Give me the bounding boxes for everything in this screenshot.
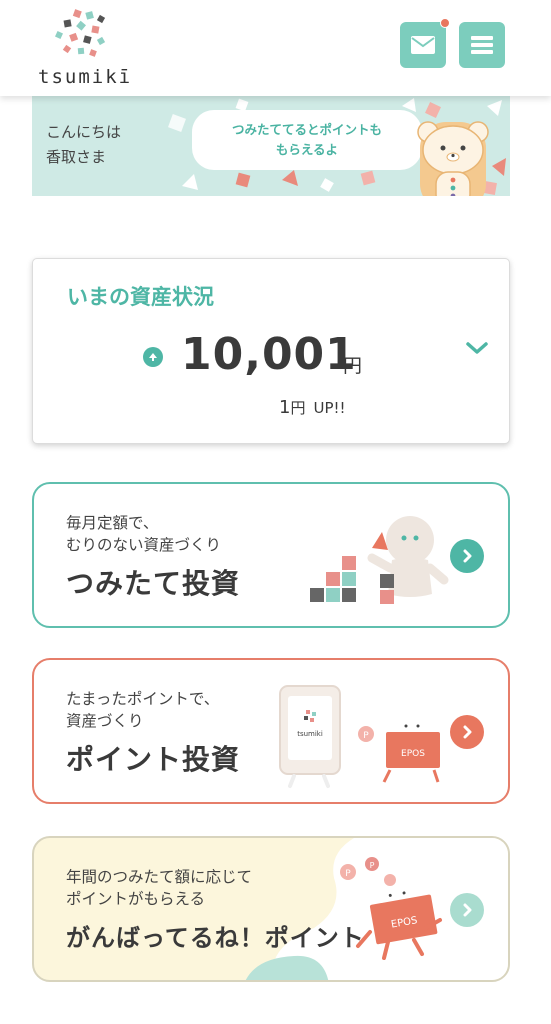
phone-and-card-illustration: tsumiki P EPOS (279, 685, 440, 788)
tsumitate-subtitle: 毎月定額で、 むりのない資産づくり (66, 512, 221, 556)
app-header: tsumikī (0, 0, 551, 96)
speech-bubble: つみたててるとポイントも もらえるよ (192, 110, 422, 170)
greeting-text: こんにちは 香取さま (46, 120, 121, 170)
user-name: 香取さま (46, 148, 107, 166)
tsumitate-sub-line-1: 毎月定額で、 (66, 514, 159, 532)
tsumitate-investment-card[interactable]: 毎月定額で、 むりのない資産づくり つみたて投資 (32, 482, 510, 628)
diff-label: UP!! (313, 399, 346, 417)
blocks-character-illustration (310, 516, 449, 604)
asset-amount: 10,001 (181, 329, 357, 380)
svg-text:P: P (370, 861, 375, 870)
point-title: ポイント投資 (66, 743, 241, 776)
diff-unit: 円 (290, 399, 306, 417)
point-sub-line-1: たまったポイントで、 (66, 690, 220, 708)
mail-button[interactable] (400, 18, 450, 68)
bear-mascot-illustration (417, 121, 489, 196)
epos-card-character-illustration: P P EPOS (340, 857, 442, 960)
hamburger-menu-button[interactable] (459, 22, 505, 68)
notification-dot (440, 18, 450, 28)
ganbatte-arrow-button[interactable] (450, 893, 484, 927)
ganbatte-sub-line-2: ポイントがもらえる (66, 890, 206, 908)
chevron-right-icon (463, 549, 472, 563)
logo-text: tsumikī (38, 66, 133, 88)
logo-mark-icon (55, 9, 106, 57)
chevron-right-icon (463, 903, 472, 917)
svg-text:P: P (363, 731, 369, 741)
asset-diff: 1円 UP!! (279, 397, 346, 418)
tsumitate-arrow-button[interactable] (450, 539, 484, 573)
hamburger-menu-icon (471, 36, 493, 54)
greeting-banner: こんにちは 香取さま つみたててるとポイントも もらえるよ (32, 96, 510, 196)
point-arrow-button[interactable] (450, 715, 484, 749)
ganbatte-subtitle: 年間のつみたて額に応じて ポイントがもらえる (66, 866, 252, 910)
tsumitate-title: つみたて投資 (66, 567, 241, 600)
asset-status-card[interactable]: いまの資産状況 10,001 円 1円 UP!! (32, 258, 510, 444)
arrow-up-icon (143, 347, 163, 367)
epos-card-label: EPOS (401, 749, 425, 759)
svg-text:P: P (345, 869, 351, 879)
asset-status-title: いまの資産状況 (67, 285, 214, 309)
greeting-line-1: こんにちは (46, 123, 122, 141)
chevron-right-icon (463, 725, 472, 739)
point-investment-card[interactable]: たまったポイントで、 資産づくり ポイント投資 tsumiki P EPOS (32, 658, 510, 804)
point-sub-line-2: 資産づくり (66, 712, 144, 730)
ganbatte-point-card[interactable]: 年間のつみたて額に応じて ポイントがもらえる がんばってるね！ポイント P P … (32, 836, 510, 982)
tsumiki-logo[interactable]: tsumikī (38, 8, 133, 88)
bubble-line-2: もらえるよ (275, 142, 339, 157)
point-subtitle: たまったポイントで、 資産づくり (66, 688, 219, 732)
chevron-down-icon[interactable] (465, 339, 489, 357)
asset-amount-unit: 円 (343, 355, 363, 377)
tsumitate-sub-line-2: むりのない資産づくり (66, 536, 222, 554)
ganbatte-title: がんばってるね！ポイント (66, 924, 365, 952)
mail-icon (411, 36, 435, 54)
diff-value: 1 (279, 397, 291, 418)
phone-logo-text: tsumiki (297, 730, 323, 738)
ganbatte-sub-line-1: 年間のつみたて額に応じて (66, 868, 253, 886)
bubble-line-1: つみたててるとポイントも (231, 122, 382, 137)
